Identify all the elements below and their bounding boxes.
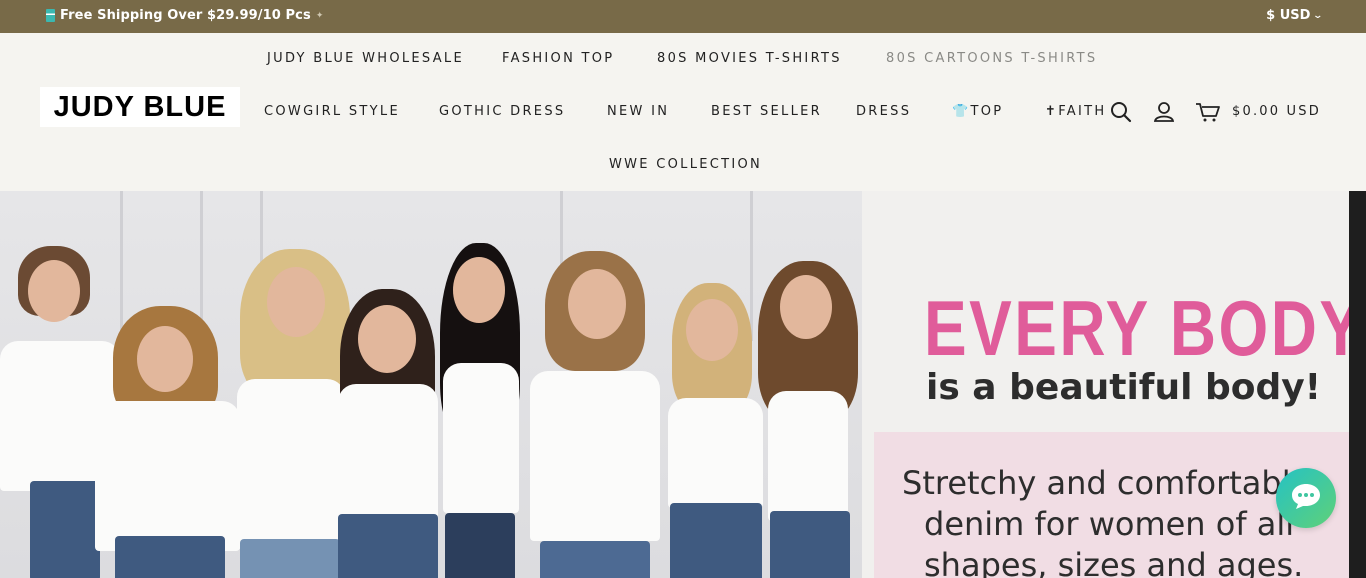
account-icon[interactable]	[1153, 101, 1175, 127]
shipping-text: Free Shipping Over $29.99/10 Pcs	[60, 8, 311, 23]
nav-judy-blue-wholesale[interactable]: JUDY BLUE WHOLESALE	[267, 51, 464, 66]
site-header: JUDY BLUE JUDY BLUE WHOLESALE FASHION TO…	[0, 33, 1366, 191]
nav-dress[interactable]: DRESS	[856, 104, 911, 119]
nav-fashion-top[interactable]: FASHION TOP	[502, 51, 614, 66]
announcement-bar: Free Shipping Over $29.99/10 Pcs ✦ $ USD…	[0, 0, 1366, 33]
nav-top[interactable]: 👕TOP	[952, 104, 1003, 119]
hero-body: Stretchy and comfortable denim for women…	[902, 463, 1310, 578]
nav-cowgirl-style[interactable]: COWGIRL STYLE	[264, 104, 400, 119]
currency-label: $ USD	[1266, 8, 1311, 23]
gift-icon	[46, 9, 55, 22]
nav-80s-cartoons-t-shirts[interactable]: 80S CARTOONS T-SHIRTS	[886, 51, 1097, 66]
hero-banner[interactable]: EVERY BODY is a beautiful body! Stretchy…	[0, 191, 1366, 578]
promo-panel: EVERY BODY is a beautiful body! Stretchy…	[862, 191, 1362, 578]
currency-selector[interactable]: $ USD ⌄	[1266, 8, 1324, 23]
chat-icon	[1290, 481, 1322, 515]
cart-icon[interactable]	[1195, 101, 1221, 127]
hero-body-line-3: shapes, sizes and ages.	[924, 546, 1304, 578]
hero-body-line-2: denim for women of all	[924, 505, 1295, 543]
nav-80s-movies-t-shirts[interactable]: 80S MOVIES T-SHIRTS	[657, 51, 842, 66]
search-icon[interactable]	[1110, 101, 1132, 127]
nav-wwe-collection[interactable]: WWE COLLECTION	[609, 157, 762, 172]
chat-button[interactable]	[1276, 468, 1336, 528]
scrollbar-edge	[1349, 191, 1366, 578]
nav-faith[interactable]: ✝FAITH	[1045, 104, 1106, 119]
nav-new-in[interactable]: NEW IN	[607, 104, 669, 119]
logo[interactable]: JUDY BLUE	[40, 87, 240, 127]
logo-text: JUDY BLUE	[53, 90, 227, 123]
shipping-message: Free Shipping Over $29.99/10 Pcs ✦	[46, 8, 323, 23]
hero-photo	[0, 191, 868, 578]
cart-total[interactable]: $0.00 USD	[1232, 104, 1321, 119]
chevron-down-icon: ⌄	[1312, 10, 1324, 21]
nav-best-seller[interactable]: BEST SELLER	[711, 104, 822, 119]
nav-gothic-dress[interactable]: GOTHIC DRESS	[439, 104, 565, 119]
sparkle-icon: ✦	[315, 10, 324, 21]
hero-subhead: is a beautiful body!	[926, 367, 1322, 408]
hero-body-line-1: Stretchy and comfortable	[902, 464, 1311, 502]
hero-headline: EVERY BODY	[924, 284, 1365, 372]
